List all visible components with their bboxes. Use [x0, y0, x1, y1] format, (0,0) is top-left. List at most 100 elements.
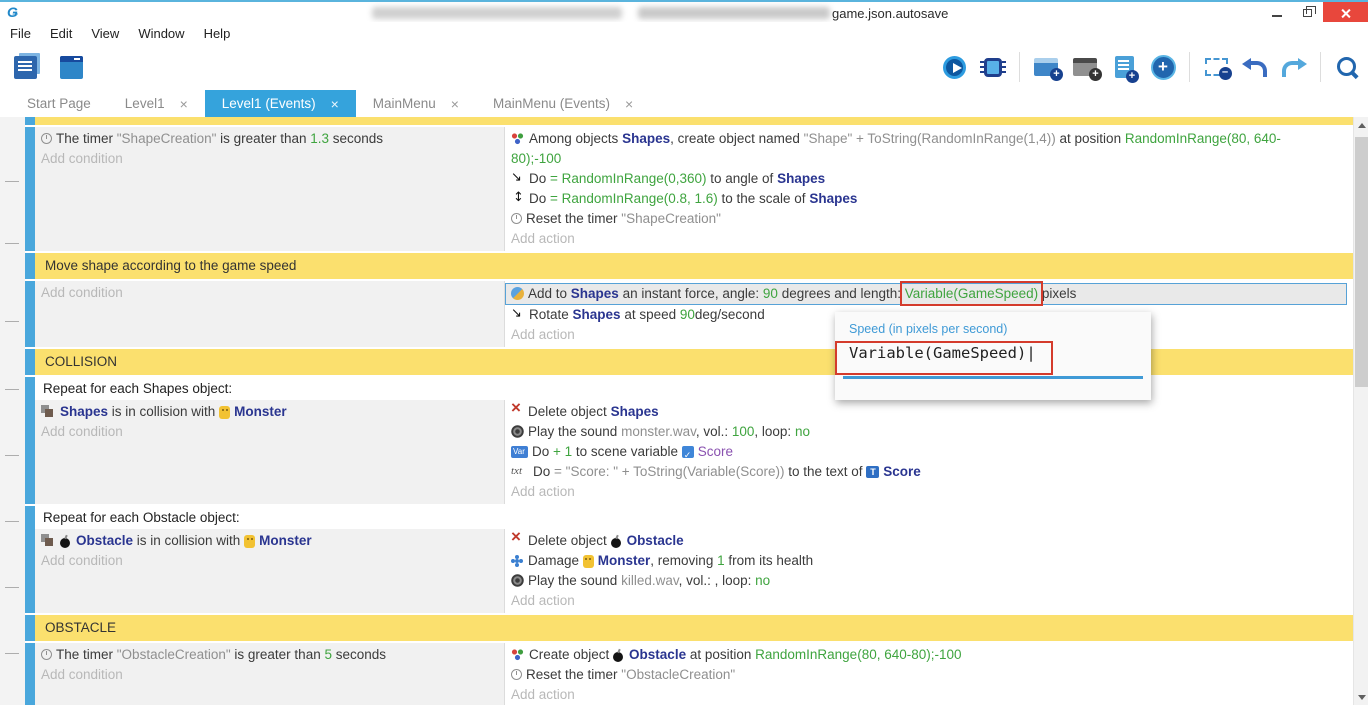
- condition-row[interactable]: Obstacle is in collision with Monster: [35, 531, 504, 551]
- comment-text[interactable]: COLLISION: [35, 349, 1353, 375]
- add-action-link[interactable]: Add action: [505, 229, 1353, 249]
- menu-item-window[interactable]: Window: [138, 26, 184, 41]
- text-segment: , vol.: , loop:: [679, 573, 756, 588]
- actions-column: Delete object ObstacleDamage Monster, re…: [505, 529, 1353, 613]
- gutter-tick: [5, 587, 19, 588]
- text-segment: 90: [680, 307, 695, 322]
- tab-mainmenu[interactable]: MainMenu ×: [356, 90, 476, 117]
- action-row[interactable]: Delete object Obstacle: [505, 531, 1353, 551]
- blurred-title-region: [638, 7, 830, 19]
- scrollbar-thumb[interactable]: [1355, 137, 1368, 387]
- toolbar-separator: [1189, 52, 1190, 82]
- comment-text[interactable]: Move shape according to the game speed: [35, 253, 1353, 279]
- event-columns: Shapes is in collision with MonsterAdd c…: [35, 400, 1353, 504]
- add-comment-button[interactable]: [1107, 51, 1141, 83]
- text-segment: Play the sound: [528, 424, 621, 439]
- debug-button[interactable]: [976, 51, 1010, 83]
- action-row[interactable]: Add to Shapes an instant force, angle: 9…: [505, 283, 1347, 305]
- tab-label: MainMenu: [373, 96, 436, 111]
- scroll-up-button[interactable]: [1354, 117, 1368, 133]
- comment-text[interactable]: OBSTACLE: [35, 615, 1353, 641]
- close-button[interactable]: [1323, 2, 1368, 24]
- tab-level1[interactable]: Level1×: [108, 90, 205, 117]
- action-row[interactable]: Do + 1 to scene variable Score: [505, 442, 1353, 462]
- text-segment: is greater than: [231, 647, 325, 662]
- monster-icon: [583, 555, 594, 568]
- minimize-button[interactable]: [1261, 2, 1292, 24]
- scene-window-icon: [60, 56, 83, 79]
- tab-close-icon[interactable]: ×: [625, 96, 633, 112]
- action-row[interactable]: Reset the timer "ObstacleCreation": [505, 665, 1353, 685]
- action-row[interactable]: Among objects Shapes, create object name…: [505, 129, 1353, 169]
- menu-item-file[interactable]: File: [10, 26, 31, 41]
- sound-icon: [511, 425, 524, 438]
- scene-window-button[interactable]: [54, 51, 88, 83]
- add-element-button[interactable]: [1146, 51, 1180, 83]
- event-body: Repeat for each Obstacle object:Obstacle…: [35, 506, 1353, 613]
- event-body: Add conditionAdd to Shapes an instant fo…: [35, 281, 1353, 347]
- event-body: Repeat for each Shapes object:Shapes is …: [35, 377, 1353, 504]
- menu-item-view[interactable]: View: [91, 26, 119, 41]
- undo-button[interactable]: [1238, 51, 1272, 83]
- condition-row[interactable]: The timer "ShapeCreation" is greater tha…: [35, 129, 504, 149]
- action-row[interactable]: Delete object Shapes: [505, 402, 1353, 422]
- condition-row[interactable]: Shapes is in collision with Monster: [35, 402, 504, 422]
- text-segment: Create object: [529, 647, 613, 662]
- text-segment: to the text of: [784, 464, 866, 479]
- event-left-bar: [25, 615, 35, 641]
- actions-column: Among objects Shapes, create object name…: [505, 127, 1353, 251]
- collision-icon: [41, 405, 56, 418]
- tab-close-icon[interactable]: ×: [451, 96, 459, 112]
- event-body: The timer "ShapeCreation" is greater tha…: [35, 127, 1353, 251]
- action-row[interactable]: Reset the timer "ShapeCreation": [505, 209, 1353, 229]
- tab-mainmenu-events[interactable]: MainMenu (Events)×: [476, 90, 650, 117]
- add-action-link[interactable]: Add action: [505, 482, 1353, 502]
- add-condition-link[interactable]: Add condition: [35, 422, 504, 442]
- condition-row[interactable]: The timer "ObstacleCreation" is greater …: [35, 645, 504, 665]
- text-segment: no: [795, 424, 810, 439]
- action-row[interactable]: Do = "Score: " + ToString(Variable(Score…: [505, 462, 1353, 482]
- text-segment: Variable(GameSpeed): [905, 286, 1038, 301]
- add-condition-link[interactable]: Add condition: [35, 149, 504, 169]
- action-row[interactable]: Create object Obstacle at position Rando…: [505, 645, 1353, 665]
- action-row[interactable]: Do = RandomInRange(0,360) to angle of Sh…: [505, 169, 1353, 189]
- comment-text[interactable]: [35, 117, 1353, 125]
- event-left-bar: [25, 643, 35, 705]
- text-segment: 1.3: [310, 131, 329, 146]
- add-action-link[interactable]: Add action: [505, 591, 1353, 611]
- redo-button[interactable]: [1277, 51, 1311, 83]
- remove-event-button[interactable]: [1199, 51, 1233, 83]
- foreach-header[interactable]: Repeat for each Shapes object:: [35, 377, 1353, 400]
- project-manager-button[interactable]: [8, 51, 42, 83]
- add-action-link[interactable]: Add action: [505, 685, 1353, 705]
- action-row[interactable]: Damage Monster, removing 1 from its heal…: [505, 551, 1353, 571]
- add-event-button[interactable]: [1029, 51, 1063, 83]
- text-segment: Do: [529, 171, 550, 186]
- comment-block: [25, 117, 1353, 125]
- add-subevent-button[interactable]: [1068, 51, 1102, 83]
- tab-start-page[interactable]: Start Page: [10, 90, 108, 117]
- text-segment: Do: [532, 444, 553, 459]
- restore-button[interactable]: [1292, 2, 1323, 24]
- add-condition-link[interactable]: Add condition: [35, 283, 504, 303]
- tab-close-icon[interactable]: ×: [180, 96, 188, 112]
- vertical-scrollbar[interactable]: [1353, 117, 1368, 705]
- txt-icon: [511, 465, 529, 478]
- search-button[interactable]: [1330, 51, 1364, 83]
- preview-play-button[interactable]: [937, 51, 971, 83]
- menu-item-help[interactable]: Help: [204, 26, 231, 41]
- action-row[interactable]: Play the sound monster.wav, vol.: 100, l…: [505, 422, 1353, 442]
- action-row[interactable]: Play the sound killed.wav, vol.: , loop:…: [505, 571, 1353, 591]
- menu-item-edit[interactable]: Edit: [50, 26, 72, 41]
- text-segment: Score: [883, 464, 921, 479]
- tab-close-icon[interactable]: ×: [331, 96, 339, 112]
- parameter-input[interactable]: Variable(GameSpeed)|: [835, 336, 1151, 362]
- event-block: Add conditionAdd to Shapes an instant fo…: [25, 281, 1353, 347]
- tab-level1-events[interactable]: Level1 (Events)×: [205, 90, 356, 117]
- scroll-down-button[interactable]: [1354, 689, 1368, 705]
- add-condition-link[interactable]: Add condition: [35, 665, 504, 685]
- add-subevent-icon: [1073, 58, 1097, 76]
- foreach-header[interactable]: Repeat for each Obstacle object:: [35, 506, 1353, 529]
- add-condition-link[interactable]: Add condition: [35, 551, 504, 571]
- action-row[interactable]: Do = RandomInRange(0.8, 1.6) to the scal…: [505, 189, 1353, 209]
